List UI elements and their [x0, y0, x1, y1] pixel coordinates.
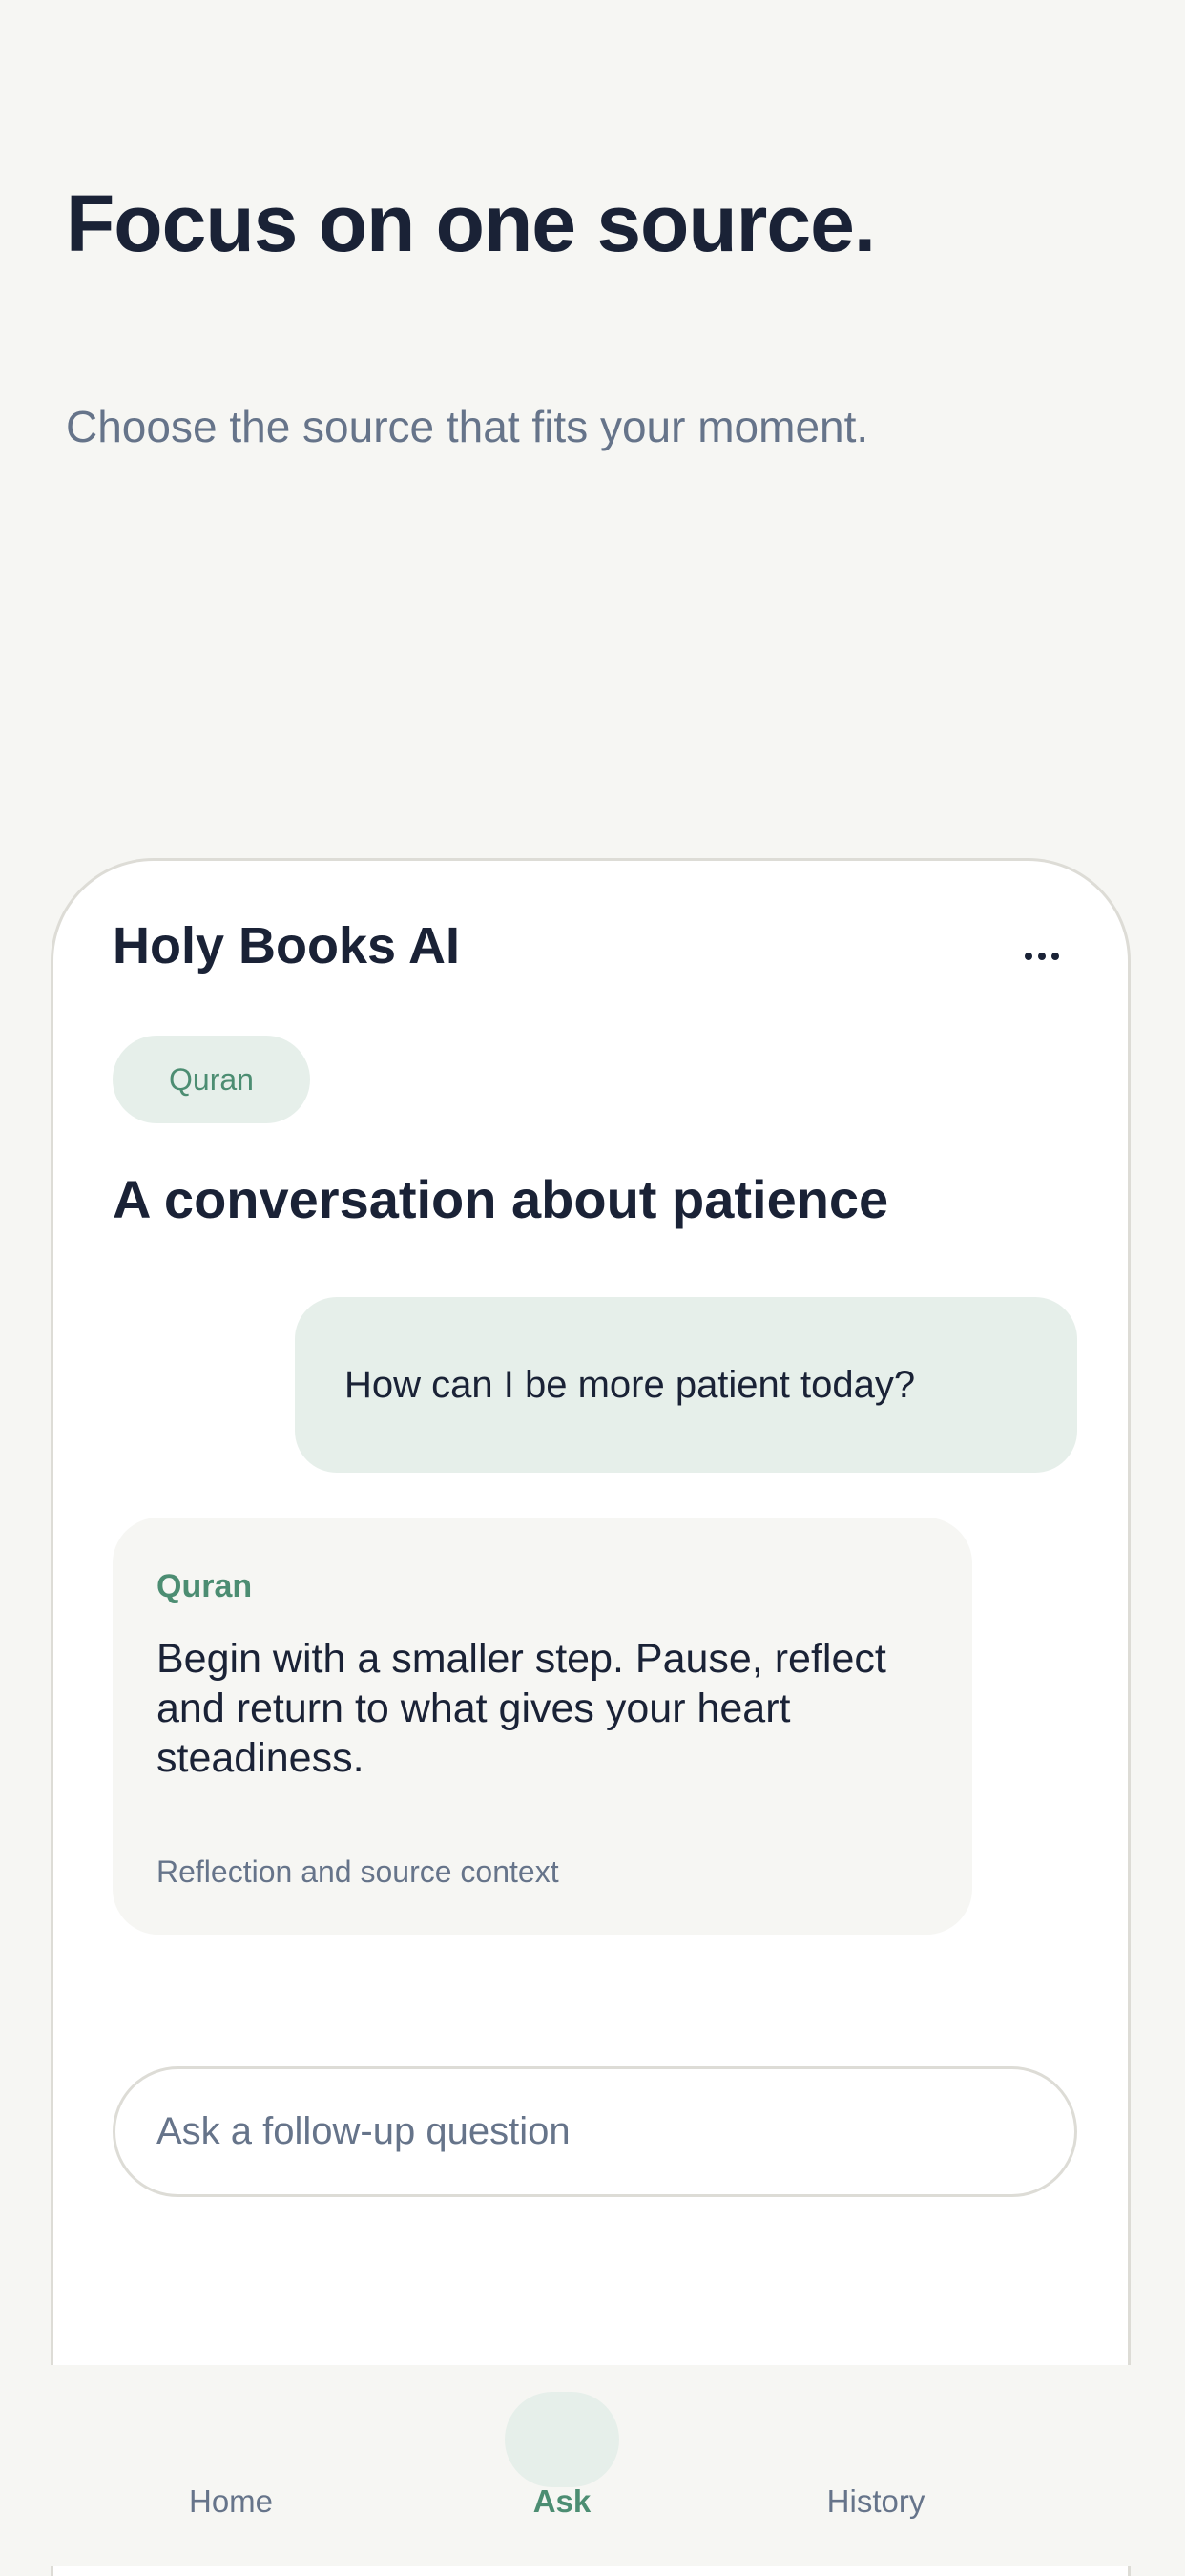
source-chip[interactable]: Quran	[113, 1036, 310, 1123]
more-horizontal-icon	[1025, 953, 1059, 960]
more-options-button[interactable]	[1008, 930, 1076, 983]
tab-ask[interactable]: Ask	[467, 2365, 657, 2566]
active-tab-indicator	[505, 2392, 619, 2487]
page-subtitle: Choose the source that fits your moment.	[66, 402, 869, 451]
assistant-reply-bubble: Quran Begin with a smaller step. Pause, …	[113, 1518, 972, 1935]
conversation-title: A conversation about patience	[113, 1169, 889, 1229]
app-title: Holy Books AI	[113, 917, 461, 974]
reply-source-label: Quran	[156, 1568, 253, 1604]
followup-input[interactable]	[113, 2066, 1077, 2197]
tab-history[interactable]: History	[780, 2365, 971, 2566]
tab-home[interactable]: Home	[135, 2365, 326, 2566]
bottom-tab-bar: Home Ask History	[0, 2365, 1185, 2566]
user-message-bubble: How can I be more patient today?	[295, 1297, 1077, 1473]
tab-history-label: History	[826, 2483, 925, 2519]
reply-context-link[interactable]: Reflection and source context	[156, 1854, 559, 1890]
conversation-card: Holy Books AI Quran A conversation about…	[51, 858, 1131, 2576]
user-message-text: How can I be more patient today?	[344, 1363, 916, 1406]
tab-ask-label: Ask	[532, 2483, 592, 2519]
reply-text: Begin with a smaller step. Pause, reflec…	[156, 1636, 886, 1781]
tab-home-label: Home	[188, 2483, 274, 2519]
page-headline: Focus on one source.	[66, 178, 876, 268]
